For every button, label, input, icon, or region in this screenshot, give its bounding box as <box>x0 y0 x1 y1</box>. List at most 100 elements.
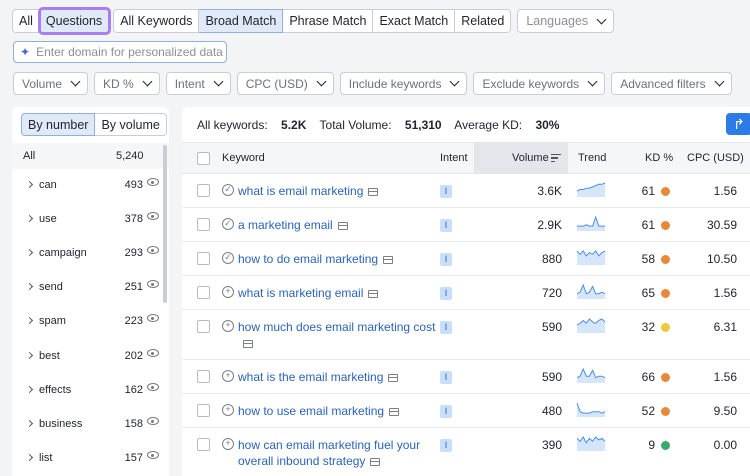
keyword-link[interactable]: how to do email marketing <box>238 251 438 267</box>
tab-phrase-match[interactable]: Phrase Match <box>283 9 374 33</box>
keyword-summary: All keywords: 5.2K Total Volume: 51,310 … <box>197 118 569 132</box>
row-checkbox[interactable] <box>197 286 210 299</box>
check-circle-icon[interactable]: ✓ <box>222 252 234 264</box>
chevron-right-icon[interactable] <box>25 453 34 462</box>
serp-features-icon[interactable] <box>383 255 394 264</box>
serp-features-icon[interactable] <box>337 221 348 230</box>
row-checkbox[interactable] <box>197 438 210 451</box>
eye-icon[interactable] <box>147 246 159 254</box>
serp-features-icon[interactable] <box>389 407 400 416</box>
by-volume-button[interactable]: By volume <box>95 113 167 136</box>
plus-circle-icon[interactable]: + <box>222 370 234 382</box>
kd-header[interactable]: KD % <box>645 152 673 164</box>
plus-circle-icon[interactable]: + <box>222 320 234 332</box>
check-circle-icon[interactable]: ✓ <box>222 218 234 230</box>
check-circle-icon[interactable]: ✓ <box>222 184 234 196</box>
include-keywords-filter[interactable]: Include keywords <box>339 72 468 95</box>
select-all-checkbox[interactable] <box>197 152 210 165</box>
keyword-link[interactable]: what is marketing email <box>238 285 438 301</box>
group-item[interactable]: best 202 <box>12 343 162 377</box>
by-number-button[interactable]: By number <box>21 113 96 136</box>
advanced-filters[interactable]: Advanced filters <box>611 72 732 95</box>
chevron-right-icon[interactable] <box>25 180 34 189</box>
serp-features-icon[interactable] <box>243 339 253 348</box>
eye-icon[interactable] <box>147 212 159 220</box>
plus-circle-icon[interactable]: + <box>222 404 234 416</box>
chevron-right-icon[interactable] <box>25 351 34 360</box>
serp-features-icon[interactable] <box>368 187 379 196</box>
keyword-link[interactable]: how much does email marketing cost <box>238 319 438 351</box>
groups-scrollbar[interactable] <box>163 145 167 303</box>
group-item[interactable]: effects 162 <box>12 377 162 411</box>
group-item[interactable]: send 251 <box>12 274 162 308</box>
tab-all-keywords[interactable]: All Keywords <box>113 9 200 33</box>
row-checkbox[interactable] <box>197 370 210 383</box>
sort-descending-icon[interactable] <box>551 154 561 163</box>
keyword-text: how to use email marketing <box>238 404 385 418</box>
kd-difficulty-dot <box>661 221 670 230</box>
chevron-right-icon[interactable] <box>25 419 34 428</box>
total-volume-label: Total Volume: <box>319 118 392 132</box>
volume-header[interactable]: Volume <box>512 152 549 164</box>
keyword-text: how much does email marketing cost <box>238 320 436 334</box>
group-item[interactable]: business 158 <box>12 411 162 445</box>
groups-all-label[interactable]: All <box>23 150 35 162</box>
keyword-link[interactable]: how to use email marketing <box>238 403 438 419</box>
cpc-header[interactable]: CPC (USD) <box>687 152 744 164</box>
trend-line <box>577 215 605 227</box>
keyword-link[interactable]: how can email marketing fuel your overal… <box>238 437 438 469</box>
row-checkbox[interactable] <box>197 218 210 231</box>
eye-icon[interactable] <box>147 280 159 288</box>
serp-features-icon[interactable] <box>368 289 379 298</box>
chevron-right-icon[interactable] <box>25 214 34 223</box>
intent-badge: I <box>440 219 452 232</box>
kd-filter[interactable]: KD % <box>94 72 160 95</box>
cpc-filter[interactable]: CPC (USD) <box>236 72 334 95</box>
keyword-header[interactable]: Keyword <box>222 152 265 164</box>
tab-exact-match[interactable]: Exact Match <box>373 9 456 33</box>
plus-circle-icon[interactable]: + <box>222 438 234 450</box>
domain-input[interactable]: ✦ Enter domain for personalized data <box>13 41 227 63</box>
group-name: list <box>39 452 53 464</box>
chevron-right-icon[interactable] <box>25 385 34 394</box>
group-item[interactable]: can 493 <box>12 172 162 206</box>
kd-value: 32 <box>641 320 655 334</box>
eye-icon[interactable] <box>147 417 159 425</box>
serp-features-icon[interactable] <box>370 457 381 466</box>
group-name: campaign <box>39 247 87 259</box>
group-item[interactable]: list 157 <box>12 445 162 476</box>
export-button[interactable]: ↱ <box>726 113 750 135</box>
chevron-right-icon[interactable] <box>25 282 34 291</box>
tab-broad-match[interactable]: Broad Match <box>199 9 284 33</box>
keyword-link[interactable]: a marketing email <box>238 217 438 233</box>
row-checkbox[interactable] <box>197 184 210 197</box>
eye-icon[interactable] <box>147 178 159 186</box>
eye-icon[interactable] <box>147 451 159 459</box>
row-checkbox[interactable] <box>197 320 210 333</box>
group-item[interactable]: use 378 <box>12 206 162 240</box>
exclude-keywords-filter[interactable]: Exclude keywords <box>473 72 606 95</box>
chevron-right-icon[interactable] <box>25 248 34 257</box>
keyword-link[interactable]: what is the email marketing <box>238 369 438 385</box>
tab-questions[interactable]: Questions <box>37 7 112 35</box>
intent-header[interactable]: Intent <box>440 152 468 164</box>
group-item[interactable]: campaign 293 <box>12 240 162 274</box>
intent-filter[interactable]: Intent <box>165 72 231 95</box>
group-item[interactable]: spam 223 <box>12 308 162 342</box>
volume-filter[interactable]: Volume <box>13 72 89 95</box>
chevron-right-icon[interactable] <box>25 316 34 325</box>
keyword-link[interactable]: what is email marketing <box>238 183 438 199</box>
row-checkbox[interactable] <box>197 404 210 417</box>
languages-dropdown[interactable]: Languages <box>517 9 615 33</box>
eye-icon[interactable] <box>147 383 159 391</box>
serp-features-icon[interactable] <box>388 373 399 382</box>
tab-related[interactable]: Related <box>455 9 512 33</box>
row-checkbox[interactable] <box>197 252 210 265</box>
plus-circle-icon[interactable]: + <box>222 286 234 298</box>
eye-icon[interactable] <box>147 314 159 322</box>
keyword-tabs: All Questions All Keywords Broad Match P… <box>12 7 615 35</box>
eye-icon[interactable] <box>147 349 159 357</box>
group-count: 293 <box>124 247 143 259</box>
kd-value: 52 <box>641 404 655 418</box>
tab-all[interactable]: All <box>12 9 40 33</box>
